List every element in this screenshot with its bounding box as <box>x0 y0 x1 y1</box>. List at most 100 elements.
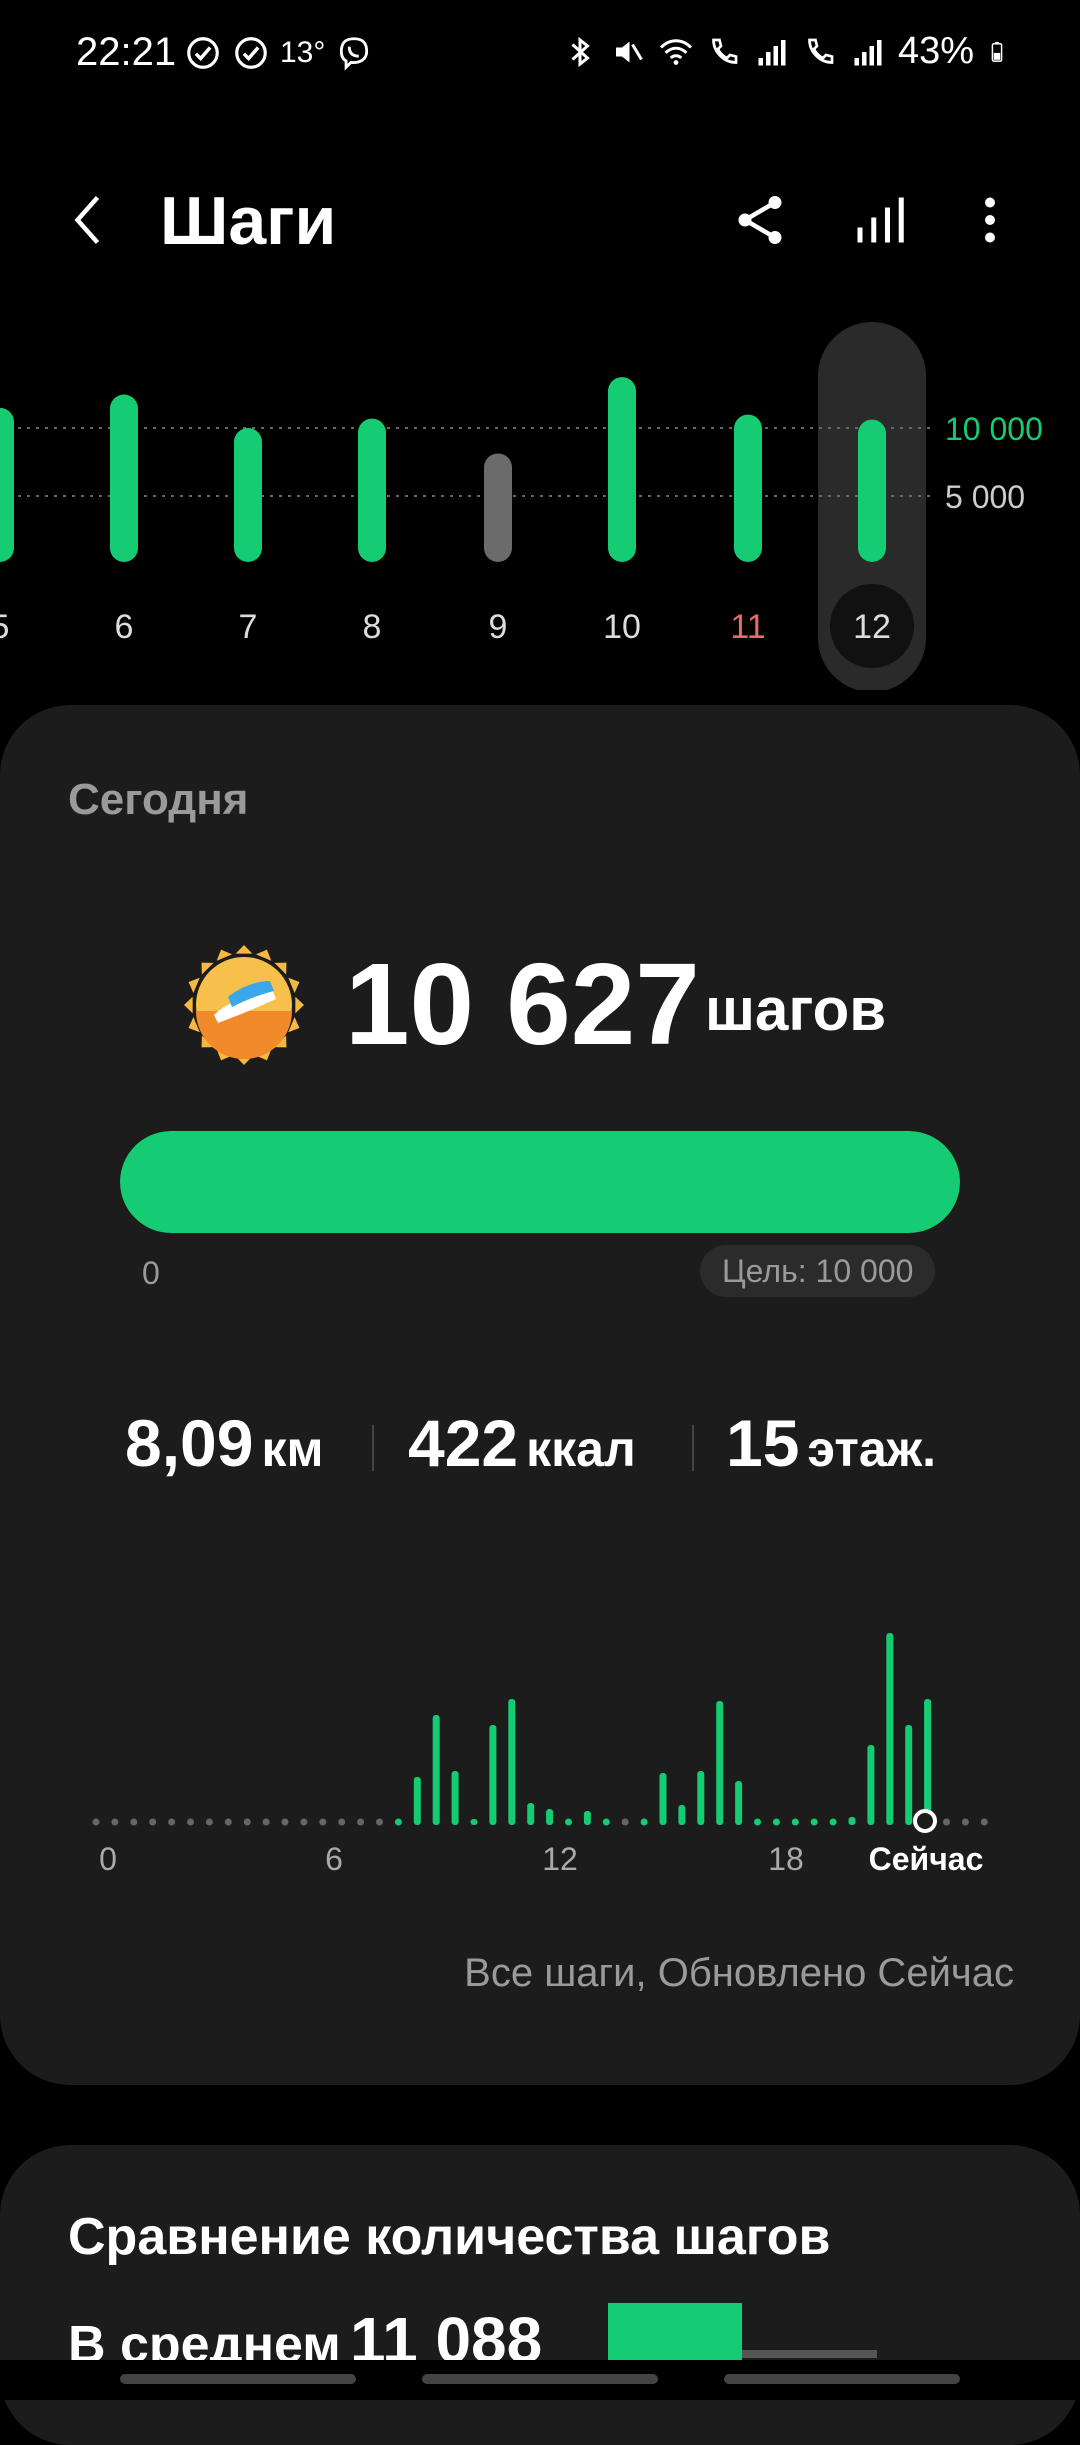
hourly-dot <box>262 1818 270 1826</box>
hourly-bar <box>659 1773 667 1825</box>
hourly-steps-chart[interactable]: 0 6 12 18 Сейчас <box>0 1625 1080 1885</box>
hourly-dot <box>224 1818 232 1826</box>
hourly-dot <box>300 1818 308 1826</box>
week-day-label: 9 <box>489 608 508 646</box>
week-day-label: 11 <box>730 608 765 646</box>
hourly-dot <box>621 1818 629 1826</box>
share-icon[interactable] <box>730 190 790 250</box>
hourly-bar <box>716 1701 724 1825</box>
viber-icon <box>340 37 369 71</box>
hourly-dot <box>243 1818 251 1826</box>
wifi-icon <box>659 38 692 65</box>
hourly-dot <box>565 1818 572 1826</box>
hourly-dot <box>810 1818 818 1826</box>
bar-chart-icon[interactable] <box>850 190 910 250</box>
updated-status: Все шаги, Обновлено Сейчас <box>464 1951 1014 1995</box>
week-bar-day-8 <box>358 418 386 562</box>
week-bar-day-12 <box>858 419 886 562</box>
hourly-dot <box>92 1818 100 1826</box>
hourly-dot <box>168 1818 176 1826</box>
hourly-axis-label: 12 <box>542 1841 578 1877</box>
signal-icon <box>854 39 882 65</box>
metric-divider <box>692 1425 694 1471</box>
badge-ray <box>184 996 193 1014</box>
badge-ray <box>288 977 300 994</box>
week-day-label: 8 <box>363 608 382 646</box>
hourly-dot <box>338 1818 346 1826</box>
hourly-dot <box>376 1818 383 1826</box>
hourly-chart-svg: 0 6 12 18 Сейчас <box>92 1633 988 1877</box>
hourly-dot <box>791 1818 799 1826</box>
distance-metric: 8,09 км <box>125 1405 323 1481</box>
week-bar-day-9 <box>484 453 512 562</box>
calories-metric: 422 ккал <box>408 1405 636 1481</box>
hourly-bar <box>432 1715 440 1825</box>
hourly-axis-label: Сейчас <box>869 1841 984 1877</box>
hourly-axis-label: 6 <box>325 1841 343 1877</box>
call-sim1-icon <box>712 38 738 64</box>
hourly-dot <box>772 1818 780 1826</box>
signal-icon <box>758 39 786 65</box>
nav-hint <box>422 2374 658 2384</box>
hourly-dot <box>281 1818 289 1826</box>
status-bar: 22:21 13° 43% <box>0 0 1080 110</box>
hourly-bar <box>470 1819 478 1825</box>
hourly-bar <box>697 1771 705 1825</box>
compare-card[interactable]: Сравнение количества шагов В среднем 11 … <box>0 2145 1080 2445</box>
week-bar-day-11 <box>734 414 762 562</box>
battery-percent: 43% <box>897 30 974 72</box>
hourly-bar <box>886 1633 894 1825</box>
hourly-bar <box>867 1745 875 1825</box>
week-bar-day-10 <box>608 377 636 562</box>
now-marker <box>913 1809 937 1833</box>
app-header: Шаги <box>0 170 1080 270</box>
status-temperature: 13° <box>280 36 326 69</box>
hourly-dot <box>319 1818 327 1826</box>
steps-unit: шагов <box>705 976 887 1043</box>
hourly-bar <box>546 1809 554 1825</box>
hourly-dot <box>205 1818 213 1826</box>
goal-gridline-label: 10 000 <box>945 411 1043 447</box>
hourly-dot <box>754 1818 761 1826</box>
hourly-dot <box>943 1818 950 1826</box>
badge-ray <box>235 945 253 954</box>
bluetooth-icon <box>571 36 590 67</box>
status-time: 22:21 <box>76 30 177 74</box>
hourly-dot <box>149 1818 157 1826</box>
battery-icon <box>991 41 1003 62</box>
back-icon[interactable] <box>60 190 120 250</box>
hourly-bar <box>413 1777 421 1825</box>
hourly-dot <box>602 1818 610 1826</box>
badge-ray <box>188 977 200 994</box>
hourly-bar <box>924 1699 932 1825</box>
compare-bar-avg <box>742 2350 877 2358</box>
status-right-icons: 43% <box>562 30 1008 73</box>
metric-divider <box>372 1425 374 1471</box>
hourly-dot <box>394 1818 402 1826</box>
calories-value: 422 <box>408 1406 519 1480</box>
week-bar-day-6 <box>110 394 138 562</box>
hourly-dot <box>111 1818 119 1826</box>
hourly-bar <box>848 1817 856 1825</box>
floors-unit: этаж. <box>807 1421 937 1477</box>
status-left-icons: 13° <box>184 34 373 72</box>
badge-ray <box>216 949 233 961</box>
more-icon[interactable] <box>960 190 1020 250</box>
week-bar-day-5 <box>0 407 14 562</box>
steps-summary: 10 627 шагов <box>0 939 1080 1069</box>
today-card[interactable]: Сегодня 10 627 шагов 0 Цель: 10 000 8,09… <box>0 705 1080 2085</box>
hourly-axis-label: 18 <box>768 1841 804 1877</box>
badge-ray <box>255 949 272 961</box>
week-steps-chart[interactable]: 10 000 5 000 5 6 7 8 9 10 11 12 <box>0 310 1080 690</box>
hourly-dot <box>829 1818 837 1826</box>
nav-hint <box>120 2374 356 2384</box>
hourly-bar <box>905 1725 913 1825</box>
metrics-row: 8,09 км 422 ккал 15 этаж. <box>0 1405 1080 1485</box>
floors-metric: 15 этаж. <box>726 1405 936 1481</box>
check-circle-icon <box>187 37 219 69</box>
hourly-dot <box>961 1818 969 1826</box>
calories-unit: ккал <box>526 1421 636 1477</box>
goal-pill[interactable]: Цель: 10 000 <box>700 1245 936 1297</box>
week-day-label: 12 <box>853 608 891 646</box>
hourly-axis-label: 0 <box>99 1841 117 1877</box>
